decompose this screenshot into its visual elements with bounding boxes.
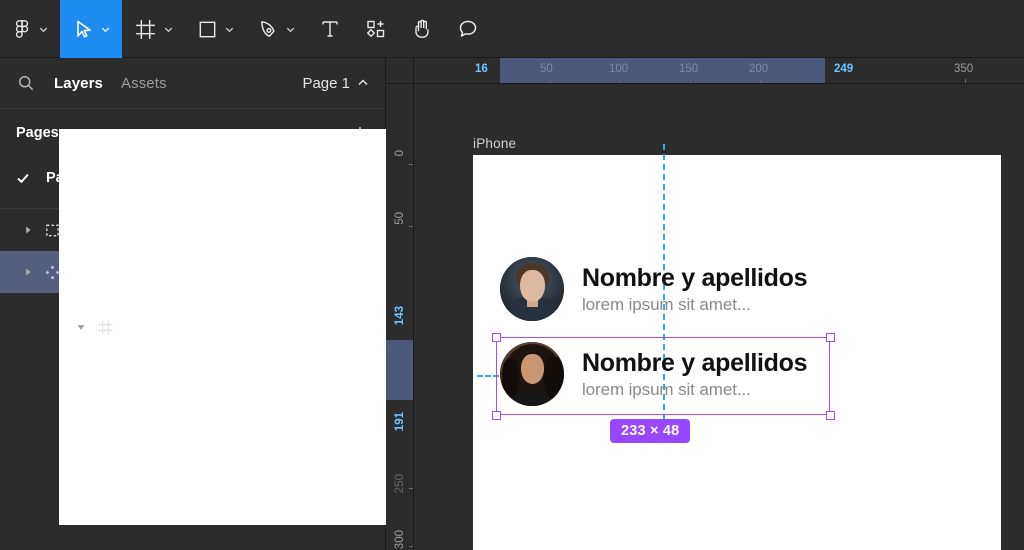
ruler-mark xyxy=(620,79,621,83)
frame-label-iphone[interactable]: iPhone xyxy=(473,136,516,151)
rectangle-icon xyxy=(196,18,219,41)
left-sidebar: Layers Assets Page 1 Pages Page 1 iPhone… xyxy=(0,58,386,550)
tab-assets[interactable]: Assets xyxy=(121,75,167,92)
caret-right-icon[interactable] xyxy=(22,224,34,236)
ruler-tick-v-191: 191 xyxy=(394,412,406,431)
frame-hash-icon xyxy=(97,319,114,336)
card-title: Nombre y apellidos xyxy=(582,264,807,293)
pen-icon xyxy=(257,18,280,41)
frame-icon xyxy=(133,17,158,42)
ruler-vertical[interactable]: 0 50 143 191 250 300 xyxy=(386,84,414,550)
ruler-tick-h-249: 249 xyxy=(834,63,853,75)
ruler-mark xyxy=(690,79,691,83)
ruler-tick-v-300: 300 xyxy=(394,530,406,549)
ruler-tick-v-50: 50 xyxy=(394,212,406,225)
chevron-up-icon xyxy=(357,77,369,89)
toolbar-resources-button[interactable] xyxy=(353,0,399,58)
toolbar-hand-tool-button[interactable] xyxy=(399,0,445,58)
ruler-tick-h-350: 350 xyxy=(954,63,973,75)
figma-logo-icon xyxy=(11,18,33,40)
toolbar-text-tool-button[interactable] xyxy=(307,0,353,58)
selection-box[interactable] xyxy=(496,337,830,415)
ruler-tick-v-0: 0 xyxy=(394,150,406,156)
text-icon xyxy=(318,17,342,41)
ruler-tick-h-16: 16 xyxy=(475,63,488,75)
caret-right-icon[interactable] xyxy=(22,266,34,278)
pages-section-title: Pages xyxy=(16,125,59,141)
resize-handle-bottom-right[interactable] xyxy=(826,411,835,420)
card-usuario-1[interactable]: Nombre y apellidos lorem ipsum sit amet.… xyxy=(500,257,807,321)
ruler-vertical-selection-band xyxy=(386,340,414,400)
resize-handle-top-left[interactable] xyxy=(492,333,501,342)
toolbar-move-tool-button[interactable] xyxy=(60,0,122,58)
chevron-down-icon xyxy=(224,24,235,35)
page-selector[interactable]: Page 1 xyxy=(302,75,369,92)
selection-size-badge: 233 × 48 xyxy=(610,419,690,443)
resize-handle-bottom-left[interactable] xyxy=(492,411,501,420)
ruler-tick-h-200: 200 xyxy=(749,63,768,75)
checkmark-icon xyxy=(16,171,30,185)
ruler-mark xyxy=(409,226,413,227)
chevron-down-icon xyxy=(285,24,296,35)
components-plus-icon xyxy=(364,17,388,41)
chevron-down-icon xyxy=(163,24,174,35)
ruler-mark xyxy=(550,79,551,83)
hand-icon xyxy=(410,17,434,41)
comment-bubble-icon xyxy=(456,17,480,41)
avatar-male xyxy=(500,257,564,321)
toolbar-pen-tool-button[interactable] xyxy=(246,0,307,58)
ruler-tick-v-143: 143 xyxy=(394,306,406,325)
toolbar-figma-menu-button[interactable] xyxy=(0,0,60,58)
ruler-mark xyxy=(409,546,413,547)
ruler-mark xyxy=(760,79,761,83)
chevron-down-icon xyxy=(100,24,111,35)
ruler-corner xyxy=(386,58,414,84)
chevron-down-icon xyxy=(38,24,49,35)
canvas[interactable]: iPhone Nombre y apellidos lorem ipsum si… xyxy=(414,84,1024,550)
toolbar-frame-tool-button[interactable] xyxy=(122,0,185,58)
resize-handle-top-right[interactable] xyxy=(826,333,835,342)
ruler-mark xyxy=(409,164,413,165)
toolbar xyxy=(0,0,1024,58)
caret-down-icon[interactable] xyxy=(75,321,87,333)
ruler-tick-h-100: 100 xyxy=(609,63,628,75)
sidebar-header: Layers Assets Page 1 xyxy=(0,58,385,109)
page-selector-label: Page 1 xyxy=(302,75,350,92)
card-text-block: Nombre y apellidos lorem ipsum sit amet.… xyxy=(582,264,807,315)
search-icon[interactable] xyxy=(16,73,36,93)
toolbar-shape-tool-button[interactable] xyxy=(185,0,246,58)
ruler-mark xyxy=(965,79,966,83)
cursor-arrow-icon xyxy=(71,17,95,41)
toolbar-comment-button[interactable] xyxy=(445,0,491,58)
figma-app-window: Layers Assets Page 1 Pages Page 1 iPhone… xyxy=(0,0,1024,550)
tab-layers[interactable]: Layers xyxy=(54,75,103,92)
card-subtitle: lorem ipsum sit amet... xyxy=(582,295,807,315)
ruler-tick-h-150: 150 xyxy=(679,63,698,75)
ruler-horizontal[interactable]: 16 50 100 150 200 249 350 xyxy=(414,58,1024,84)
ruler-mark xyxy=(409,488,413,489)
ruler-tick-h-50: 50 xyxy=(540,63,553,75)
layer-label-iphone: iPhone xyxy=(124,319,173,335)
ruler-tick-v-250: 250 xyxy=(394,474,406,493)
